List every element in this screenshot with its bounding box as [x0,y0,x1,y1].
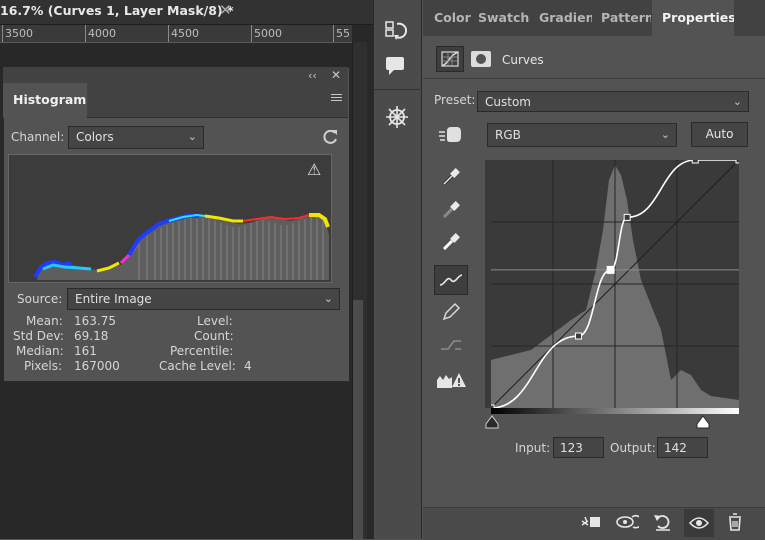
std-dev-label: Std Dev: [13,329,64,343]
input-label: Input: [515,441,551,455]
refresh-icon[interactable] [320,127,340,147]
input-value-field[interactable]: 123 [553,437,604,458]
warning-icon[interactable]: ⚠ [307,160,321,179]
view-previous-state-icon[interactable] [615,511,639,533]
smooth-curve-icon[interactable] [436,331,466,359]
level-label: Level: [197,314,233,328]
curve-point [691,160,699,164]
channel-rgb-dropdown[interactable]: RGB ⌄ [487,123,677,147]
sample-shadows-eyedropper-icon[interactable] [436,163,466,191]
pixels-label: Pixels: [24,359,63,373]
preset-label: Preset: [434,93,476,107]
curve-point [623,213,631,221]
output-value-field[interactable]: 142 [657,437,708,458]
ruler-label: 5000 [254,27,282,40]
panel-menu-icon[interactable] [331,94,342,101]
layer-mask-icon[interactable] [470,50,492,68]
histogram-panel-titlebar[interactable] [3,67,348,83]
median-value: 161 [74,344,97,358]
channel-rgb-value: RGB [495,128,521,142]
clipping-warning-icon[interactable] [434,366,468,394]
std-dev-value: 69.18 [74,329,109,343]
curve-point [575,332,583,340]
input-gradient-bar [491,408,739,414]
source-dropdown[interactable]: Entire Image ⌄ [67,288,340,310]
chevron-down-icon: ⌄ [660,128,670,141]
curve-point [735,160,739,164]
curve-point-selected [606,265,615,274]
black-point-slider-icon[interactable] [485,415,499,429]
ruler-label: 3500 [5,27,33,40]
sample-midtones-eyedropper-icon[interactable] [436,196,466,224]
reset-icon[interactable] [651,511,675,533]
curves-graph[interactable] [485,160,739,408]
channel-label: Channel: [11,130,65,144]
sample-highlights-eyedropper-icon[interactable] [436,228,466,256]
tab-properties[interactable]: Properties [652,0,734,36]
histogram-graph [8,154,332,283]
chevron-down-icon: ⌄ [187,130,197,143]
cache-level-value: 4 [244,359,252,373]
scrollbar-thumb[interactable] [353,300,363,539]
percentile-label: Percentile: [170,344,234,358]
curves-title: Curves [502,53,544,67]
median-label: Median: [16,344,64,358]
document-close-icon[interactable]: ✕ [219,1,232,19]
history-icon[interactable] [382,20,410,44]
collapse-icon[interactable]: ‹‹ [308,69,317,82]
panel-dock-strip [373,0,422,539]
close-icon[interactable]: ✕ [331,68,341,82]
output-label: Output: [610,441,656,455]
preset-dropdown-value: Custom [485,95,531,109]
trash-icon[interactable] [723,511,747,533]
channel-dropdown[interactable]: Colors ⌄ [68,126,204,149]
auto-button[interactable]: Auto [691,122,748,147]
ruler-label: 4000 [88,27,116,40]
document-title[interactable]: 16.7% (Curves 1, Layer Mask/8) * [0,3,234,18]
chevron-down-icon: ⌄ [323,292,333,305]
clip-to-layer-icon[interactable] [579,511,603,533]
preset-dropdown[interactable]: Custom ⌄ [477,91,749,112]
tab-gradient[interactable]: Gradient [539,0,592,36]
pencil-draw-icon[interactable] [436,298,466,326]
navigator-wheel-icon[interactable] [384,104,410,130]
tab-histogram-label: Histogram [13,92,87,107]
curves-adjustment-icon[interactable] [436,46,464,72]
pixels-value: 167000 [74,359,120,373]
ruler-label: 55 [336,27,350,40]
ruler-label: 4500 [171,27,199,40]
channel-dropdown-value: Colors [76,130,114,144]
comment-icon[interactable] [384,55,410,77]
tab-swatches[interactable]: Swatches [478,0,530,36]
tab-patterns[interactable]: Patterns [601,0,651,36]
visibility-eye-icon[interactable] [684,509,714,537]
white-point-slider-icon[interactable] [696,415,710,429]
tab-color[interactable]: Color [434,0,472,36]
on-image-adjust-hand-icon[interactable] [437,123,465,147]
edit-points-curve-icon[interactable] [434,265,468,295]
mean-label: Mean: [26,314,63,328]
source-dropdown-value: Entire Image [75,292,152,306]
cache-level-label: Cache Level: [159,359,236,373]
mean-value: 163.75 [74,314,116,328]
source-label: Source: [17,292,63,306]
chevron-down-icon: ⌄ [732,95,742,108]
count-label: Count: [194,329,234,343]
horizontal-ruler: 3500 4000 4500 5000 55 [0,25,352,43]
